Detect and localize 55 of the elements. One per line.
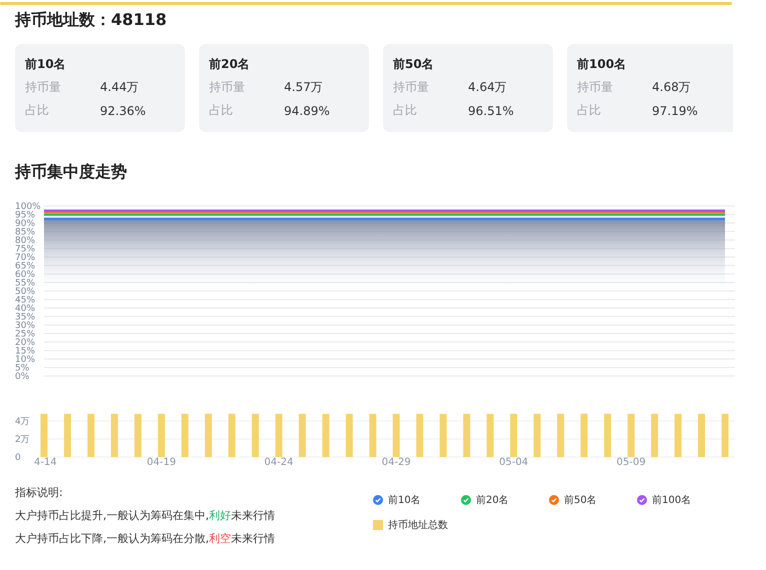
axis-label: 95% xyxy=(15,210,36,220)
axis-label: 04-29 xyxy=(382,457,411,467)
axis-label: 65% xyxy=(15,262,36,272)
stat-value: 4.44万 xyxy=(100,79,139,96)
axis-label: 20% xyxy=(15,338,36,348)
axis-label: 30% xyxy=(15,321,36,331)
axis-label: 4万 xyxy=(15,417,30,427)
stat-value: 96.51% xyxy=(468,104,514,118)
axis-label: 45% xyxy=(15,296,36,306)
stat-value: 4.57万 xyxy=(284,79,323,96)
axis-label: 2万 xyxy=(15,435,30,445)
axis-label: 4-14 xyxy=(34,457,57,467)
axis-label: 80% xyxy=(15,236,36,246)
stat-value: 97.19% xyxy=(652,104,698,118)
axis-label: 05-09 xyxy=(616,457,646,467)
stat-label: 占比 xyxy=(209,102,234,119)
card-title: 前50名 xyxy=(393,56,435,73)
axis-label: 55% xyxy=(15,278,36,288)
axis-label: 90% xyxy=(15,219,36,229)
stat-label: 持币量 xyxy=(25,79,62,96)
note-text: 大户持币占比下降,一般认为筹码在分散,利空未来行情 xyxy=(15,531,276,546)
axis-label: 35% xyxy=(15,312,36,322)
axis-label: 04-24 xyxy=(264,457,294,467)
stat-value: 4.64万 xyxy=(468,79,507,96)
page-title: 持币地址数：48118 xyxy=(15,10,168,30)
stat-label: 持币量 xyxy=(577,79,614,96)
axis-label: 0 xyxy=(15,453,21,463)
axis-label: 100% xyxy=(15,202,41,212)
stat-value: 94.89% xyxy=(284,104,330,118)
section-title: 持币集中度走势 xyxy=(15,162,128,182)
stat-label: 占比 xyxy=(25,102,50,119)
axis-label: 04-19 xyxy=(146,457,176,467)
axis-label: 85% xyxy=(15,228,36,238)
axis-label: 40% xyxy=(15,304,36,314)
axis-label: 05-04 xyxy=(499,457,528,467)
axis-label: 5% xyxy=(15,364,30,374)
axis-label: 10% xyxy=(15,355,36,365)
stat-label: 占比 xyxy=(393,102,418,119)
axis-label: 70% xyxy=(15,253,36,263)
notes-title: 指标说明: xyxy=(15,485,64,500)
stat-value: 4.68万 xyxy=(652,79,691,96)
stat-label: 持币量 xyxy=(209,79,246,96)
axis-label: 50% xyxy=(15,287,36,297)
card-title: 前10名 xyxy=(25,56,67,73)
stat-label: 占比 xyxy=(577,102,602,119)
stat-value: 92.36% xyxy=(100,104,146,118)
axis-label: 0% xyxy=(15,372,30,382)
axis-label: 15% xyxy=(15,346,36,356)
stat-label: 持币量 xyxy=(393,79,430,96)
axis-label: 60% xyxy=(15,270,36,280)
card-title: 前20名 xyxy=(209,56,251,73)
axis-label: 75% xyxy=(15,244,36,254)
note-text: 大户持币占比提升,一般认为筹码在集中,利好未来行情 xyxy=(15,508,276,523)
card-title: 前100名 xyxy=(577,56,628,73)
axis-label: 25% xyxy=(15,330,36,340)
